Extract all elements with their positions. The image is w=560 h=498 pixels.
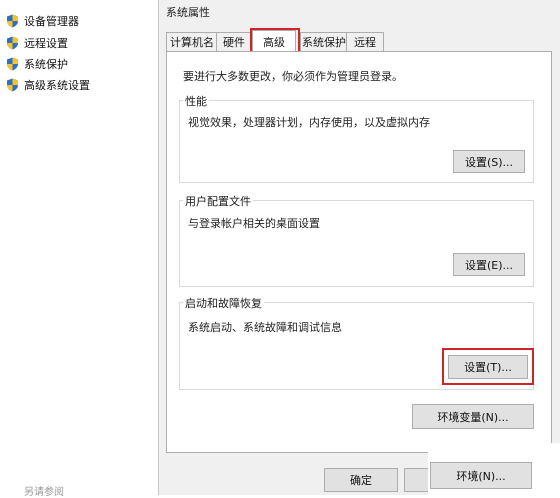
user-profiles-settings-button[interactable]: 设置(E)... [453, 253, 525, 276]
sidebar-item-remote-settings[interactable]: 远程设置 [6, 34, 68, 52]
shield-icon [7, 57, 18, 71]
user-profiles-title: 用户配置文件 [183, 193, 253, 209]
startup-recovery-title: 启动和故障恢复 [183, 295, 264, 311]
shield-icon [7, 78, 18, 92]
ok-button[interactable]: 确定 [324, 468, 398, 492]
performance-title: 性能 [183, 93, 209, 109]
sidebar-item-system-protection[interactable]: 系统保护 [6, 55, 68, 73]
performance-settings-button[interactable]: 设置(S)... [453, 150, 525, 173]
startup-recovery-description: 系统启动、系统故障和调试信息 [188, 321, 342, 334]
tab-advanced[interactable]: 高级 [252, 30, 296, 52]
shield-icon [7, 14, 18, 28]
shield-icon [7, 36, 18, 50]
environment-variables-button[interactable]: 环境变量(N)... [412, 404, 534, 429]
sidebar-item-label: 远程设置 [24, 37, 68, 50]
sidebar-item-label: 系统保护 [24, 58, 68, 71]
sidebar-item-advanced-settings[interactable]: 高级系统设置 [6, 76, 90, 94]
environment-button-overlay[interactable]: 环境(N)... [430, 462, 532, 489]
admin-note: 要进行大多数更改，你必须作为管理员登录。 [183, 70, 403, 83]
startup-recovery-settings-button[interactable]: 设置(T)... [448, 355, 528, 379]
sidebar-item-label: 设备管理器 [24, 15, 79, 28]
user-profiles-description: 与登录帐户相关的桌面设置 [188, 217, 320, 230]
sidebar-item-device-manager[interactable]: 设备管理器 [6, 12, 79, 30]
tab-computer-name[interactable]: 计算机名 [166, 32, 218, 51]
dialog-title: 系统属性 [166, 6, 210, 19]
sidebar-item-label: 高级系统设置 [24, 79, 90, 92]
tab-hardware[interactable]: 硬件 [216, 32, 252, 51]
tab-remote[interactable]: 远程 [346, 32, 384, 51]
see-also-label: 另请参阅 [24, 487, 64, 498]
tab-system-protection[interactable]: 系统保护 [300, 32, 348, 51]
performance-description: 视觉效果，处理器计划，内存使用，以及虚拟内存 [188, 116, 430, 129]
